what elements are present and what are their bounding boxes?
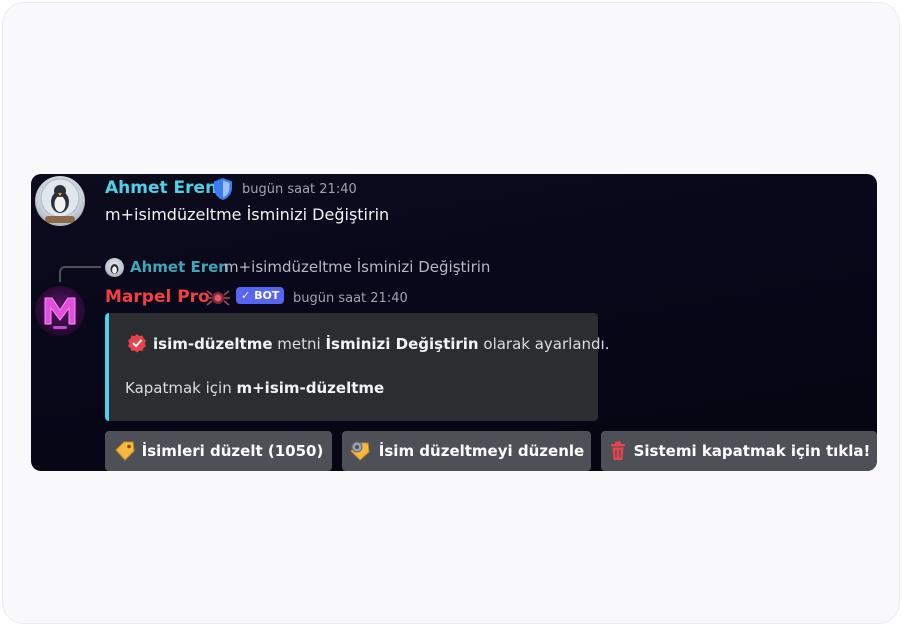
bot-avatar[interactable] [35,286,85,336]
embed-mid: metni [272,335,326,353]
check-icon: ✓ [241,289,251,302]
penguin-snowglobe-icon [40,178,80,223]
user-timestamp: bugün saat 21:40 [242,182,357,197]
edit-name-fix-label: İsim düzeltmeyi düzenle [378,442,585,460]
embed-tail: olarak ayarlandı. [478,335,610,353]
reply-content[interactable]: m+isimdüzeltme İsminizi Değiştirin [224,258,490,276]
tag-settings-icon [350,441,370,461]
embed-line-1: isim-düzeltme metni İsminizi Değiştirin … [127,333,610,353]
embed-close-command: m+isim-düzeltme [236,379,385,397]
trash-icon [610,441,625,460]
shield-badge-icon[interactable] [211,177,235,201]
reply-avatar[interactable] [105,258,124,277]
fix-names-label: İsimleri düzelt (1050) [141,442,324,460]
bot-tag: ✓ BOT [236,287,285,304]
close-system-button[interactable]: Sistemi kapatmak için tıkla! [601,431,877,471]
user-message-text: m+isimdüzeltme İsminizi Değiştirin [105,205,390,224]
user-name[interactable]: Ahmet Eren [105,178,217,198]
embed-close-prefix: Kapatmak için [125,379,237,397]
outer-frame: Ahmet Eren bugün saat 21:40 m+isimdüzelt… [2,2,900,624]
embed-line-2: Kapatmak için m+isim-düzeltme [125,379,384,397]
fix-names-button[interactable]: İsimleri düzelt (1050) [105,431,332,471]
reply-connector [59,266,101,282]
bot-name[interactable]: Marpel Pro [105,287,210,307]
bot-timestamp: bugün saat 21:40 [293,291,408,306]
reply-author[interactable]: Ahmet Eren [130,258,229,276]
spider-emoji-icon [206,290,230,306]
embed-value: İsminizi Değiştirin [325,335,479,353]
label-tag-icon [114,441,135,461]
penguin-mini-icon [110,264,119,274]
check-badge-icon [128,334,146,353]
bot-embed: isim-düzeltme metni İsminizi Değiştirin … [105,313,610,421]
chat-panel: Ahmet Eren bugün saat 21:40 m+isimdüzelt… [31,174,877,471]
marpel-logo-icon [44,297,76,329]
close-system-label: Sistemi kapatmak için tıkla! [633,442,871,460]
user-avatar[interactable] [35,176,85,226]
bot-tag-label: BOT [254,289,280,302]
embed-key: isim-düzeltme [153,335,273,353]
edit-name-fix-button[interactable]: İsim düzeltmeyi düzenle [342,431,591,471]
